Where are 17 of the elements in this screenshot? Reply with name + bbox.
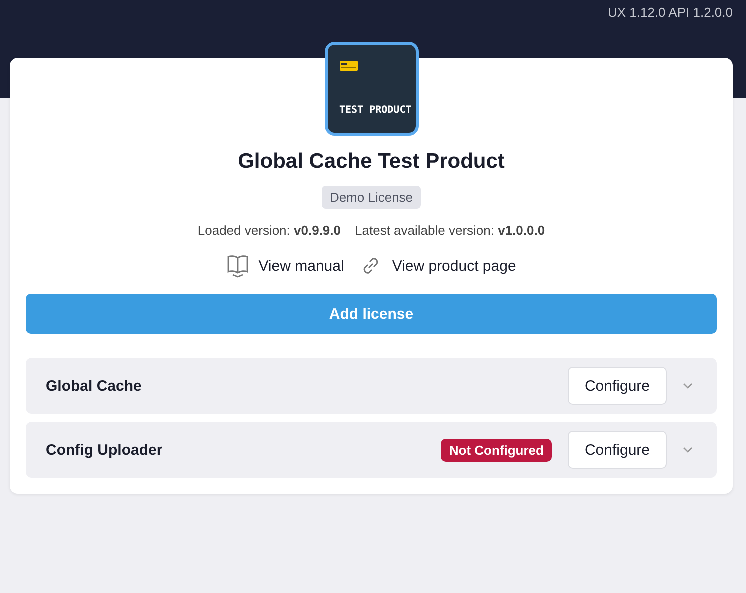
configure-button[interactable]: Configure	[568, 431, 667, 469]
chevron-icon[interactable]	[683, 383, 693, 389]
card-icon	[340, 61, 358, 71]
license-badge: Demo License	[322, 186, 422, 209]
product-page-link[interactable]: View product page	[360, 254, 516, 278]
loaded-version: Loaded version: v0.9.9.0	[198, 223, 342, 238]
module-name: Global Cache	[46, 378, 143, 394]
version-info: UX 1.12.0 API 1.2.0.0	[608, 4, 734, 21]
module-name: Config Uploader	[46, 442, 164, 458]
logo-text: TEST PRODUCT	[340, 105, 412, 116]
product-title: Global Cache Test Product	[238, 150, 505, 174]
status-badge: Not Configured	[441, 438, 552, 462]
configure-button[interactable]: Configure	[568, 367, 667, 405]
chevron-icon[interactable]	[683, 447, 693, 453]
manual-link[interactable]: View manual	[226, 254, 344, 278]
latest-version: Latest available version: v1.0.0.0	[355, 223, 546, 238]
book-icon	[226, 254, 249, 278]
